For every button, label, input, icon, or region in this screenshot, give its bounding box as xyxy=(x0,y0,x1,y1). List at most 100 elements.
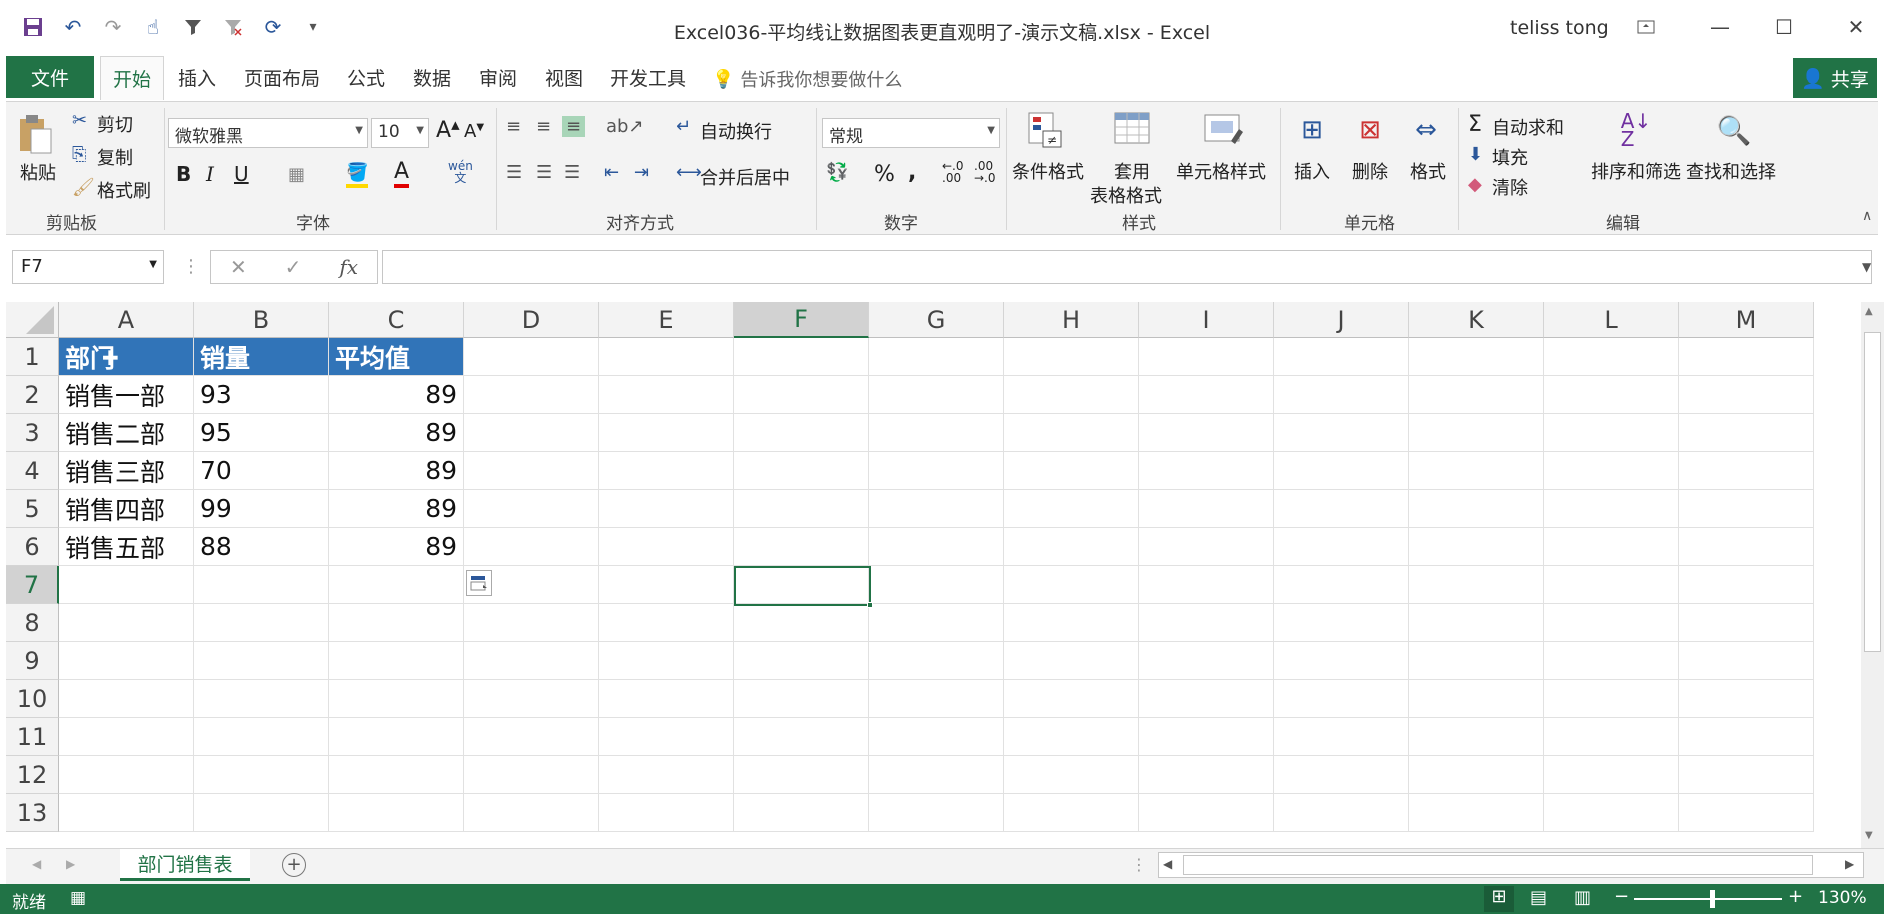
cell-B3[interactable]: 95 xyxy=(194,414,329,452)
cell-L7[interactable] xyxy=(1544,566,1679,604)
cell-L8[interactable] xyxy=(1544,604,1679,642)
expand-formula-icon[interactable]: ▼ xyxy=(1862,260,1871,274)
row-header-7[interactable]: 7 xyxy=(6,566,59,604)
cell-B9[interactable] xyxy=(194,642,329,680)
page-layout-view-icon[interactable]: ▤ xyxy=(1530,887,1547,908)
align-bottom-icon[interactable]: ≡ xyxy=(562,116,586,137)
cell-A11[interactable] xyxy=(59,718,194,756)
cell-K3[interactable] xyxy=(1409,414,1544,452)
cell-M6[interactable] xyxy=(1679,528,1814,566)
cell-I11[interactable] xyxy=(1139,718,1274,756)
cell-K11[interactable] xyxy=(1409,718,1544,756)
phonetic-guide-icon[interactable]: wén 文 xyxy=(448,160,473,184)
cell-K5[interactable] xyxy=(1409,490,1544,528)
merge-center-button[interactable]: 合并后居中 xyxy=(700,164,790,190)
ribbon-display-icon[interactable] xyxy=(1626,12,1666,42)
cell-K12[interactable] xyxy=(1409,756,1544,794)
row-header-1[interactable]: 1 xyxy=(6,338,59,376)
fill-button[interactable]: 填充 xyxy=(1492,144,1528,170)
cell-E6[interactable] xyxy=(599,528,734,566)
cell-F2[interactable] xyxy=(734,376,869,414)
cell-D4[interactable] xyxy=(464,452,599,490)
align-left-icon[interactable]: ☰ xyxy=(506,162,522,183)
vertical-scrollbar[interactable]: ▲ ▼ xyxy=(1861,302,1884,848)
cell-C2[interactable]: 89 xyxy=(329,376,464,414)
sort-filter-button[interactable]: 排序和筛选 xyxy=(1591,158,1681,184)
cell-M9[interactable] xyxy=(1679,642,1814,680)
macro-record-icon[interactable]: ▦ xyxy=(70,888,86,908)
cell-J13[interactable] xyxy=(1274,794,1409,832)
cell-F10[interactable] xyxy=(734,680,869,718)
cell-F8[interactable] xyxy=(734,604,869,642)
cell-B7[interactable] xyxy=(194,566,329,604)
cell-I2[interactable] xyxy=(1139,376,1274,414)
cell-E2[interactable] xyxy=(599,376,734,414)
cell-C1[interactable]: 平均值 xyxy=(329,338,464,376)
cell-E5[interactable] xyxy=(599,490,734,528)
worksheet-grid[interactable]: ABCDEFGHIJKLM 1 2 3 4 5 6 7 8 9 10 11 12 13 部门 销量 平均… xyxy=(6,302,1861,848)
user-name[interactable]: teliss tong xyxy=(1510,17,1609,39)
format-cells-button[interactable]: 格式 xyxy=(1410,158,1446,184)
cell-I6[interactable] xyxy=(1139,528,1274,566)
cell-D13[interactable] xyxy=(464,794,599,832)
column-header-J[interactable]: J xyxy=(1274,302,1409,338)
column-header-D[interactable]: D xyxy=(464,302,599,338)
cell-E3[interactable] xyxy=(599,414,734,452)
cell-E11[interactable] xyxy=(599,718,734,756)
tab-developer[interactable]: 开发工具 xyxy=(610,64,686,91)
column-header-L[interactable]: L xyxy=(1544,302,1679,338)
cell-B13[interactable] xyxy=(194,794,329,832)
cell-G11[interactable] xyxy=(869,718,1004,756)
cell-C10[interactable] xyxy=(329,680,464,718)
column-header-H[interactable]: H xyxy=(1004,302,1139,338)
cell-C4[interactable]: 89 xyxy=(329,452,464,490)
cell-G2[interactable] xyxy=(869,376,1004,414)
cell-I4[interactable] xyxy=(1139,452,1274,490)
cell-I7[interactable] xyxy=(1139,566,1274,604)
scroll-right-icon[interactable]: ▶ xyxy=(1845,857,1854,871)
cell-B1[interactable]: 销量 xyxy=(194,338,329,376)
align-right-icon[interactable]: ☰ xyxy=(564,162,580,183)
row-header-5[interactable]: 5 xyxy=(6,490,59,528)
cell-styles-icon[interactable] xyxy=(1202,110,1246,150)
increase-font-icon[interactable]: A▲ xyxy=(436,118,460,143)
cell-A9[interactable] xyxy=(59,642,194,680)
normal-view-icon[interactable]: ⊞ xyxy=(1484,886,1514,912)
cell-B11[interactable] xyxy=(194,718,329,756)
conditional-format-icon[interactable]: ≠ xyxy=(1026,110,1066,150)
conditional-format-button[interactable]: 条件格式 xyxy=(1012,158,1084,184)
cell-M12[interactable] xyxy=(1679,756,1814,794)
cell-C6[interactable]: 89 xyxy=(329,528,464,566)
cell-E12[interactable] xyxy=(599,756,734,794)
cell-J10[interactable] xyxy=(1274,680,1409,718)
cell-A6[interactable]: 销售五部 xyxy=(59,528,194,566)
cell-C5[interactable]: 89 xyxy=(329,490,464,528)
cell-M3[interactable] xyxy=(1679,414,1814,452)
cell-B10[interactable] xyxy=(194,680,329,718)
cell-C9[interactable] xyxy=(329,642,464,680)
row-header-11[interactable]: 11 xyxy=(6,718,59,756)
add-sheet-icon[interactable]: + xyxy=(282,853,306,877)
cell-C11[interactable] xyxy=(329,718,464,756)
zoom-slider[interactable] xyxy=(1634,898,1782,900)
cell-D11[interactable] xyxy=(464,718,599,756)
column-header-G[interactable]: G xyxy=(869,302,1004,338)
tell-me-box[interactable]: 💡 告诉我你想要做什么 xyxy=(712,66,902,92)
tab-file[interactable]: 文件 xyxy=(6,56,94,98)
cell-H10[interactable] xyxy=(1004,680,1139,718)
insert-function-icon[interactable]: fx xyxy=(339,255,358,279)
cell-F11[interactable] xyxy=(734,718,869,756)
align-top-icon[interactable]: ≡ xyxy=(506,116,521,137)
cell-J8[interactable] xyxy=(1274,604,1409,642)
cell-A8[interactable] xyxy=(59,604,194,642)
cell-G9[interactable] xyxy=(869,642,1004,680)
cut-button[interactable]: 剪切 xyxy=(97,111,133,137)
cell-A1[interactable]: 部门 xyxy=(59,338,194,376)
cell-H4[interactable] xyxy=(1004,452,1139,490)
share-button[interactable]: 👤 共享 xyxy=(1793,58,1877,98)
cell-G13[interactable] xyxy=(869,794,1004,832)
cell-J9[interactable] xyxy=(1274,642,1409,680)
collapse-ribbon-icon[interactable]: ∧ xyxy=(1862,208,1872,224)
bold-icon[interactable]: B xyxy=(176,162,191,186)
cell-L5[interactable] xyxy=(1544,490,1679,528)
